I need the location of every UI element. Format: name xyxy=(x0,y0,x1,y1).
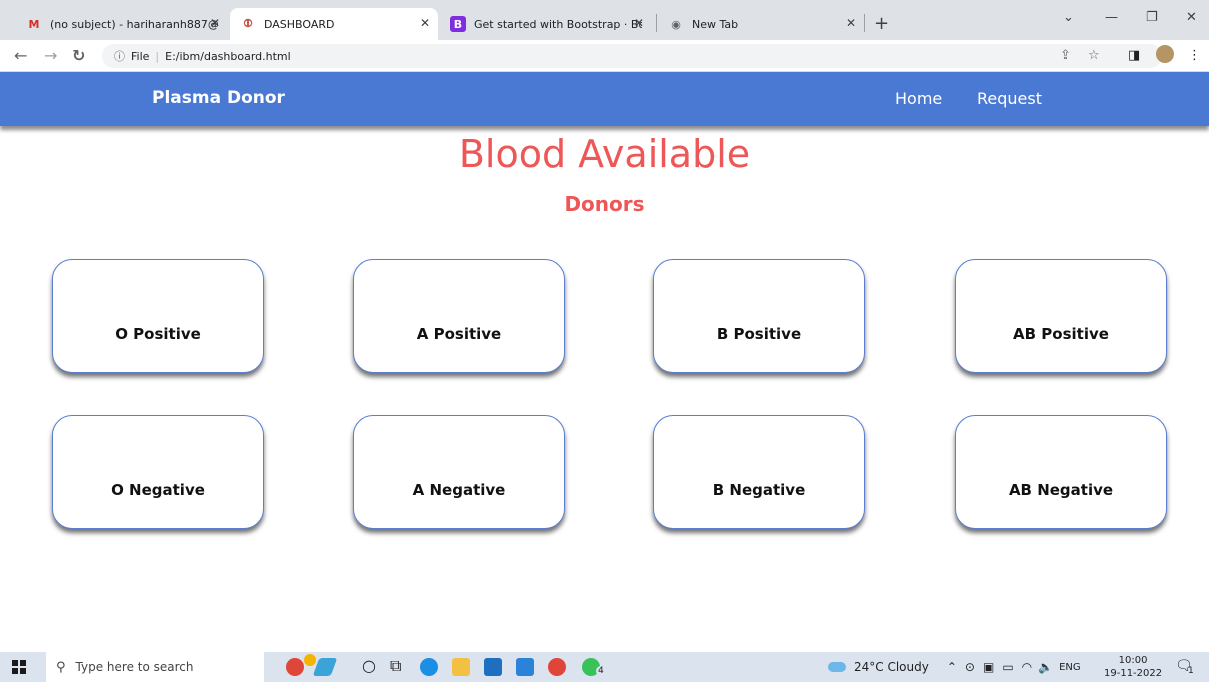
card-label: AB Negative xyxy=(1008,481,1114,499)
navbar: Plasma Donor Home Request xyxy=(0,72,1209,126)
browser-tab-strip: M (no subject) - hariharanh887@gm ✕ ⦷ DA… xyxy=(0,0,1209,40)
close-window-icon[interactable]: ✕ xyxy=(1186,10,1197,25)
reload-icon[interactable]: ↻ xyxy=(72,46,85,65)
browser-toolbar: ← → ↻ ⓘ File | E:/ibm/dashboard.html ⇪ ☆… xyxy=(0,40,1209,72)
vscode-icon[interactable] xyxy=(516,658,534,676)
clock-time: 10:00 xyxy=(1118,655,1148,666)
share-icon[interactable]: ⇪ xyxy=(1060,48,1071,63)
close-tab-icon[interactable]: ✕ xyxy=(634,16,644,30)
brand-logo[interactable]: Plasma Donor xyxy=(152,88,285,108)
tab-title: (no subject) - hariharanh887@gm xyxy=(50,17,218,31)
windows-start-icon[interactable] xyxy=(12,660,26,674)
nav-link-home[interactable]: Home xyxy=(895,89,942,108)
tab-gmail[interactable]: M (no subject) - hariharanh887@gm ✕ xyxy=(16,8,228,40)
back-icon[interactable]: ← xyxy=(14,46,27,65)
tray-app-icon[interactable]: ⊙ xyxy=(965,660,975,674)
taskbar-search-box[interactable]: ⚲ Type here to search xyxy=(46,652,264,682)
card-label: B Negative xyxy=(712,481,806,499)
cloud-icon xyxy=(828,662,846,672)
tab-title: DASHBOARD xyxy=(264,17,335,31)
page-subtitle: Donors xyxy=(564,192,645,216)
restore-icon[interactable]: ❐ xyxy=(1146,10,1158,25)
nav-link-request[interactable]: Request xyxy=(977,89,1042,108)
chrome-icon[interactable] xyxy=(548,658,566,676)
battery-icon[interactable]: ▭ xyxy=(1002,660,1013,674)
card-label: O Negative xyxy=(111,481,205,499)
forward-icon[interactable]: → xyxy=(44,46,57,65)
file-explorer-icon[interactable] xyxy=(452,658,470,676)
address-separator: | xyxy=(155,49,160,63)
card-label: AB Positive xyxy=(1013,325,1109,343)
tab-dashboard[interactable]: ⦷ DASHBOARD ✕ xyxy=(230,8,438,40)
weather-cloud-icon xyxy=(312,658,338,676)
tab-bootstrap[interactable]: B Get started with Bootstrap · Boot ✕ xyxy=(440,8,652,40)
blood-group-card-ab-positive[interactable]: AB Positive xyxy=(955,259,1167,373)
card-label: A Negative xyxy=(412,481,506,499)
profile-avatar[interactable] xyxy=(1156,45,1174,63)
mail-icon[interactable] xyxy=(484,658,502,676)
windows-taskbar: ⚲ Type here to search ○ ⧉ 4 24°C Cloudy … xyxy=(0,652,1209,682)
whatsapp-badge: 4 xyxy=(596,666,606,676)
card-label: O Positive xyxy=(115,325,201,343)
system-tray: 24°C Cloudy ⌃ ⊙ ▣ ▭ ◠ 🔈 ENG xyxy=(828,652,1081,682)
close-tab-icon[interactable]: ✕ xyxy=(210,16,220,30)
page-icon: ⦷ xyxy=(243,17,253,30)
tab-separator xyxy=(864,14,865,32)
tray-chevron-icon[interactable]: ⌃ xyxy=(947,660,957,674)
address-url: E:/ibm/dashboard.html xyxy=(165,49,291,63)
language-indicator[interactable]: ENG xyxy=(1059,662,1081,673)
weather-sun-icon xyxy=(304,654,316,666)
taskbar-clock[interactable]: 10:00 19-11-2022 xyxy=(1104,654,1162,680)
task-view-icon[interactable]: ⧉ xyxy=(390,656,408,675)
blood-group-card-a-positive[interactable]: A Positive xyxy=(353,259,565,373)
bookmark-star-icon[interactable]: ☆ xyxy=(1088,48,1100,63)
blood-group-card-o-positive[interactable]: O Positive xyxy=(52,259,264,373)
meet-now-icon[interactable]: ▣ xyxy=(983,660,994,674)
blood-group-card-a-negative[interactable]: A Negative xyxy=(353,415,565,529)
close-tab-icon[interactable]: ✕ xyxy=(420,16,430,30)
address-bar[interactable]: ⓘ File | E:/ibm/dashboard.html xyxy=(102,44,1162,68)
card-label: A Positive xyxy=(416,325,502,343)
tab-new-tab[interactable]: ◉ New Tab ✕ xyxy=(658,8,864,40)
tab-separator xyxy=(656,14,657,32)
blood-group-card-b-negative[interactable]: B Negative xyxy=(653,415,865,529)
minimize-icon[interactable]: — xyxy=(1105,10,1118,25)
card-label: B Positive xyxy=(716,325,802,343)
search-placeholder: Type here to search xyxy=(75,660,194,674)
notification-badge: 1 xyxy=(1188,666,1194,676)
new-tab-button[interactable]: + xyxy=(874,13,889,34)
clock-date: 19-11-2022 xyxy=(1104,668,1163,679)
gmail-icon: M xyxy=(28,17,40,31)
search-icon: ⚲ xyxy=(56,659,66,675)
tab-search-icon[interactable]: ⌄ xyxy=(1063,10,1074,25)
address-scheme: File xyxy=(131,49,150,63)
info-icon[interactable]: ⓘ xyxy=(114,48,125,64)
blood-group-card-ab-negative[interactable]: AB Negative xyxy=(955,415,1167,529)
cortana-icon[interactable]: ○ xyxy=(362,656,380,675)
blood-group-card-b-positive[interactable]: B Positive xyxy=(653,259,865,373)
wifi-icon[interactable]: ◠ xyxy=(1022,660,1032,674)
volume-icon[interactable]: 🔈 xyxy=(1038,660,1053,674)
edge-icon[interactable] xyxy=(420,658,438,676)
close-tab-icon[interactable]: ✕ xyxy=(846,16,856,30)
menu-icon[interactable]: ⋮ xyxy=(1188,48,1201,63)
tab-title: New Tab xyxy=(692,17,739,31)
tab-title: Get started with Bootstrap · Boot xyxy=(474,17,642,31)
blood-group-card-o-negative[interactable]: O Negative xyxy=(52,415,264,529)
weather-text[interactable]: 24°C Cloudy xyxy=(854,660,929,674)
side-panel-icon[interactable]: ◨ xyxy=(1128,48,1140,63)
page-title: Blood Available xyxy=(458,132,751,176)
widgets-icon[interactable] xyxy=(286,658,304,676)
bootstrap-icon: B xyxy=(450,16,466,32)
newtab-icon: ◉ xyxy=(671,17,681,31)
